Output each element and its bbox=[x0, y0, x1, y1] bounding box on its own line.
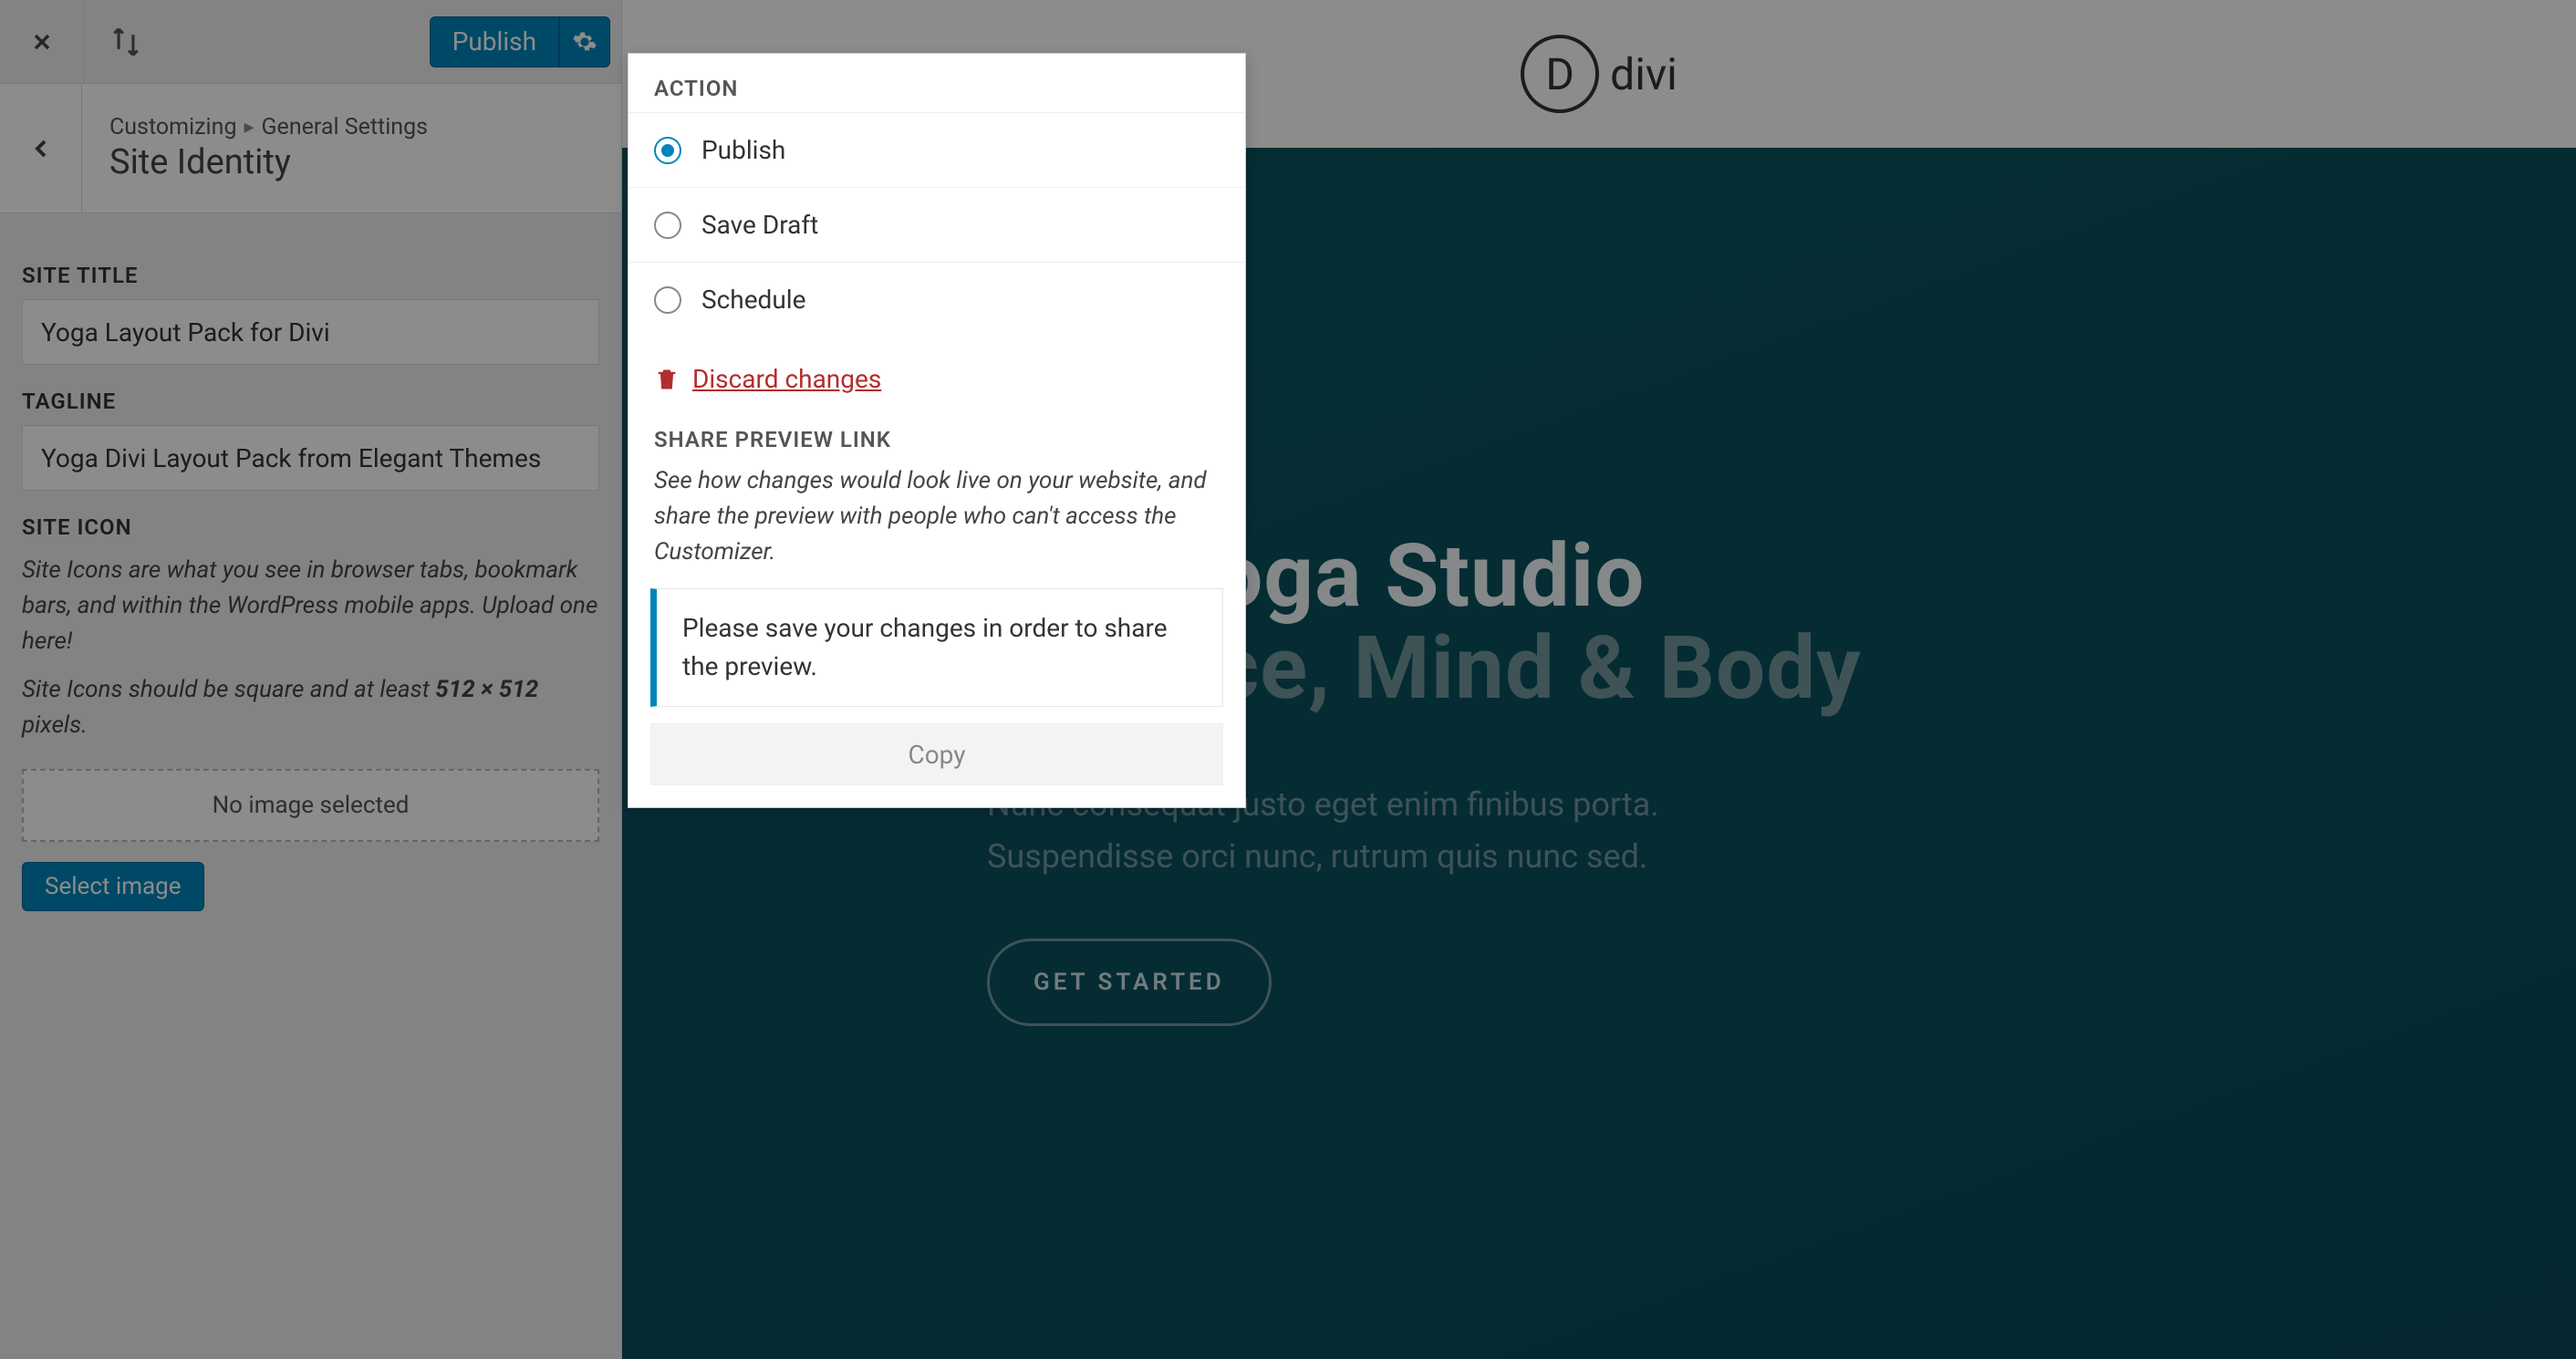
action-option-publish[interactable]: Publish bbox=[628, 112, 1245, 187]
site-logo[interactable]: D divi bbox=[1521, 35, 1678, 113]
site-title-input[interactable] bbox=[22, 299, 599, 365]
discard-changes-label: Discard changes bbox=[692, 364, 881, 394]
tagline-label: TAGLINE bbox=[22, 389, 599, 414]
publish-group: Publish bbox=[430, 16, 610, 67]
radio-icon bbox=[654, 212, 681, 239]
radio-icon bbox=[654, 137, 681, 164]
chevron-left-icon bbox=[26, 134, 56, 163]
back-button[interactable] bbox=[0, 84, 82, 213]
site-icon-help2-pre: Site Icons should be square and at least bbox=[22, 676, 435, 703]
logo-mark-icon: D bbox=[1521, 35, 1599, 113]
breadcrumb-root: Customizing bbox=[109, 114, 236, 140]
swap-icon bbox=[109, 25, 143, 59]
site-icon-label: SITE ICON bbox=[22, 514, 599, 540]
trash-icon bbox=[654, 366, 680, 393]
publish-settings-toggle[interactable] bbox=[559, 16, 610, 67]
breadcrumb: Customizing ▸ General Settings bbox=[109, 114, 428, 140]
breadcrumb-sep-icon: ▸ bbox=[244, 116, 254, 139]
discard-changes-link[interactable]: Discard changes bbox=[628, 337, 1245, 421]
radio-icon bbox=[654, 286, 681, 314]
panel-title: Site Identity bbox=[109, 142, 428, 182]
copy-button[interactable]: Copy bbox=[650, 723, 1223, 785]
share-section-label: SHARE PREVIEW LINK bbox=[628, 421, 1245, 463]
publish-button[interactable]: Publish bbox=[430, 16, 559, 67]
close-button[interactable] bbox=[0, 0, 84, 84]
select-image-button[interactable]: Select image bbox=[22, 862, 204, 911]
site-icon-help2-post: pixels. bbox=[22, 711, 88, 739]
share-notice: Please save your changes in order to sha… bbox=[650, 588, 1223, 707]
breadcrumb-leaf: General Settings bbox=[262, 114, 429, 140]
site-title-label: SITE TITLE bbox=[22, 263, 599, 288]
action-option-save-draft-label: Save Draft bbox=[701, 210, 818, 240]
panel-header-text: Customizing ▸ General Settings Site Iden… bbox=[82, 114, 428, 182]
gear-icon bbox=[572, 29, 597, 55]
swap-button[interactable] bbox=[84, 0, 168, 84]
action-option-save-draft[interactable]: Save Draft bbox=[628, 187, 1245, 262]
action-option-schedule-label: Schedule bbox=[701, 285, 805, 315]
site-icon-help2: Site Icons should be square and at least… bbox=[22, 672, 599, 743]
logo-text: divi bbox=[1610, 48, 1678, 100]
site-icon-help1: Site Icons are what you see in browser t… bbox=[22, 553, 599, 659]
close-icon bbox=[29, 29, 55, 55]
image-picker-dropzone[interactable]: No image selected bbox=[22, 769, 599, 842]
action-option-schedule[interactable]: Schedule bbox=[628, 262, 1245, 337]
customizer-sidebar: Publish Customizing ▸ General Settings S… bbox=[0, 0, 622, 1359]
hero-sub-line2: Suspendisse orci nunc, rutrum quis nunc … bbox=[987, 837, 1647, 876]
share-description: See how changes would look live on your … bbox=[628, 463, 1245, 588]
panel-body: SITE TITLE TAGLINE SITE ICON Site Icons … bbox=[0, 213, 621, 933]
hero-cta-button[interactable]: GET STARTED bbox=[987, 939, 1272, 1026]
panel-header: Customizing ▸ General Settings Site Iden… bbox=[0, 84, 621, 213]
action-section-label: ACTION bbox=[628, 54, 1245, 112]
sidebar-topbar: Publish bbox=[0, 0, 621, 84]
site-icon-help2-strong: 512 × 512 bbox=[435, 676, 538, 703]
tagline-input[interactable] bbox=[22, 425, 599, 491]
publish-settings-popover: ACTION Publish Save Draft Schedule Disca… bbox=[628, 53, 1246, 808]
action-option-publish-label: Publish bbox=[701, 135, 785, 165]
